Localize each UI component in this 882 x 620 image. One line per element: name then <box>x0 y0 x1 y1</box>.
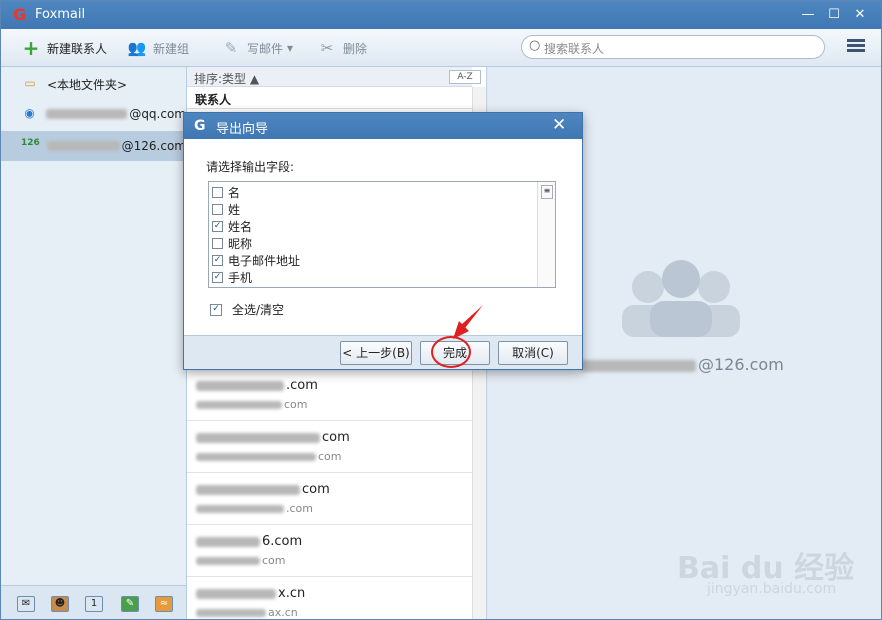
calendar-module-icon[interactable]: 1 <box>85 596 103 612</box>
foxmail-logo-icon: G <box>194 118 206 134</box>
maximize-button[interactable]: ☐ <box>824 5 844 25</box>
contact-card[interactable]: com com <box>187 421 472 473</box>
search-placeholder: 搜索联系人 <box>544 42 605 56</box>
126-account-icon: 126 <box>21 138 40 148</box>
new-contact-button[interactable]: + 新建联系人 <box>21 37 107 59</box>
field-option[interactable]: ✓ 电子邮件地址 <box>212 252 300 269</box>
sort-label: 排序:类型 <box>194 72 247 86</box>
menu-icon[interactable] <box>847 39 865 55</box>
contact-email: @126.com <box>580 355 784 374</box>
sort-arrow-icon: ▲ <box>249 72 260 86</box>
sidebar-item-local-folders[interactable]: ▭ <本地文件夹> <box>1 69 186 99</box>
group-header: 联系人 <box>187 87 472 109</box>
field-list-scrollbar[interactable]: ≡ <box>537 182 555 287</box>
plus-icon: + <box>22 36 40 60</box>
write-mail-label: 写邮件 <box>247 41 284 56</box>
contact-card[interactable]: x.cn ax.cn <box>187 577 472 619</box>
new-group-label: 新建组 <box>153 41 190 56</box>
checkbox-checked[interactable]: ✓ <box>212 272 223 283</box>
account-label: @126.com <box>121 139 186 153</box>
title-bar: G Foxmail — ☐ ✕ <box>1 1 881 29</box>
window-title: Foxmail <box>35 7 86 22</box>
dialog-footer: < 上一步(B) 完成 取消(C) <box>184 335 582 369</box>
checkbox-checked[interactable]: ✓ <box>212 221 223 232</box>
dropdown-arrow-icon[interactable]: ▾ <box>287 41 293 55</box>
cancel-button[interactable]: 取消(C) <box>498 341 568 365</box>
checkbox-checked[interactable]: ✓ <box>210 303 222 316</box>
contact-card[interactable]: com .com <box>187 473 472 525</box>
checkbox[interactable] <box>212 187 223 198</box>
redacted-text <box>46 109 128 119</box>
field-option[interactable]: 姓 <box>212 201 240 218</box>
az-index-button[interactable]: A-Z <box>449 70 481 84</box>
new-group-button[interactable]: 👥 新建组 <box>127 37 189 59</box>
checkbox[interactable] <box>212 238 223 249</box>
close-button[interactable]: ✕ <box>850 5 870 25</box>
account-label: <本地文件夹> <box>47 77 128 92</box>
watermark-url: jingyan.baidu.com <box>707 581 837 597</box>
notes-module-icon[interactable]: ✎ <box>121 596 139 612</box>
sidebar-item-126-account[interactable]: 126 @126.com <box>1 131 186 161</box>
account-label: @qq.com <box>129 107 186 121</box>
field-option[interactable]: ✓ 姓名 <box>212 218 252 235</box>
group-icon: 👥 <box>127 39 147 57</box>
minimize-button[interactable]: — <box>798 5 818 25</box>
foxmail-logo-icon: G <box>13 5 27 24</box>
select-all-label: 全选/清空 <box>232 303 285 317</box>
checkbox-checked[interactable]: ✓ <box>212 255 223 266</box>
feather-icon: ✎ <box>224 39 238 57</box>
account-sidebar: ▭ <本地文件夹> ◉ @qq.com 126 @126.com ✉ ☻ 1 ✎… <box>1 67 187 619</box>
field-option[interactable]: ✓ 手机 <box>212 269 252 286</box>
checkbox[interactable] <box>212 204 223 215</box>
delete-label: 删除 <box>343 41 368 56</box>
rss-module-icon[interactable]: ≈ <box>155 596 173 612</box>
folder-icon: ▭ <box>24 76 36 90</box>
contact-card[interactable]: 6.com com <box>187 525 472 577</box>
qq-account-icon: ◉ <box>24 106 35 120</box>
module-bar: ✉ ☻ 1 ✎ ≈ <box>1 585 186 619</box>
annotation-arrow-icon <box>453 305 483 339</box>
search-input[interactable]: ○ 搜索联系人 <box>521 35 825 59</box>
select-all-checkbox[interactable]: ✓ 全选/清空 <box>210 301 284 318</box>
contact-card[interactable]: .com com <box>187 369 472 421</box>
new-contact-label: 新建联系人 <box>47 41 108 56</box>
search-icon: ○ <box>529 38 541 53</box>
dialog-close-button[interactable]: ✕ <box>552 115 566 135</box>
delete-button[interactable]: ✂ 删除 <box>317 37 367 59</box>
sort-header[interactable]: 排序:类型 ▲ A-Z <box>187 67 481 87</box>
write-mail-button[interactable]: ✎ 写邮件 ▾ <box>221 37 293 59</box>
mail-module-icon[interactable]: ✉ <box>17 596 35 612</box>
redacted-text <box>47 141 120 151</box>
field-list: 名 姓 ✓ 姓名 昵称 ✓ 电子邮件地址 ✓ 手机 ≡ <box>208 181 556 288</box>
back-button[interactable]: < 上一步(B) <box>340 341 412 365</box>
scroll-thumb-icon[interactable]: ≡ <box>541 185 553 199</box>
group-avatar-icon <box>622 260 740 337</box>
export-wizard-dialog: G 导出向导 ✕ 请选择输出字段: 名 姓 ✓ 姓名 昵称 ✓ 电子邮件地址 ✓ 手机… <box>183 112 583 370</box>
sidebar-item-qq-account[interactable]: ◉ @qq.com <box>1 99 186 129</box>
contacts-module-icon[interactable]: ☻ <box>51 596 69 612</box>
field-option[interactable]: 昵称 <box>212 235 252 252</box>
delete-icon: ✂ <box>320 39 334 57</box>
dialog-title: 导出向导 <box>216 122 269 137</box>
field-option[interactable]: 名 <box>212 184 240 201</box>
toolbar: + 新建联系人 👥 新建组 ✎ 写邮件 ▾ ✂ 删除 ○ 搜索联系人 <box>1 29 881 67</box>
dialog-title-bar: G 导出向导 ✕ <box>184 113 582 139</box>
foxmail-window: G Foxmail — ☐ ✕ + 新建联系人 👥 新建组 ✎ 写邮件 ▾ ✂ … <box>0 0 882 620</box>
field-prompt: 请选择输出字段: <box>206 160 295 174</box>
